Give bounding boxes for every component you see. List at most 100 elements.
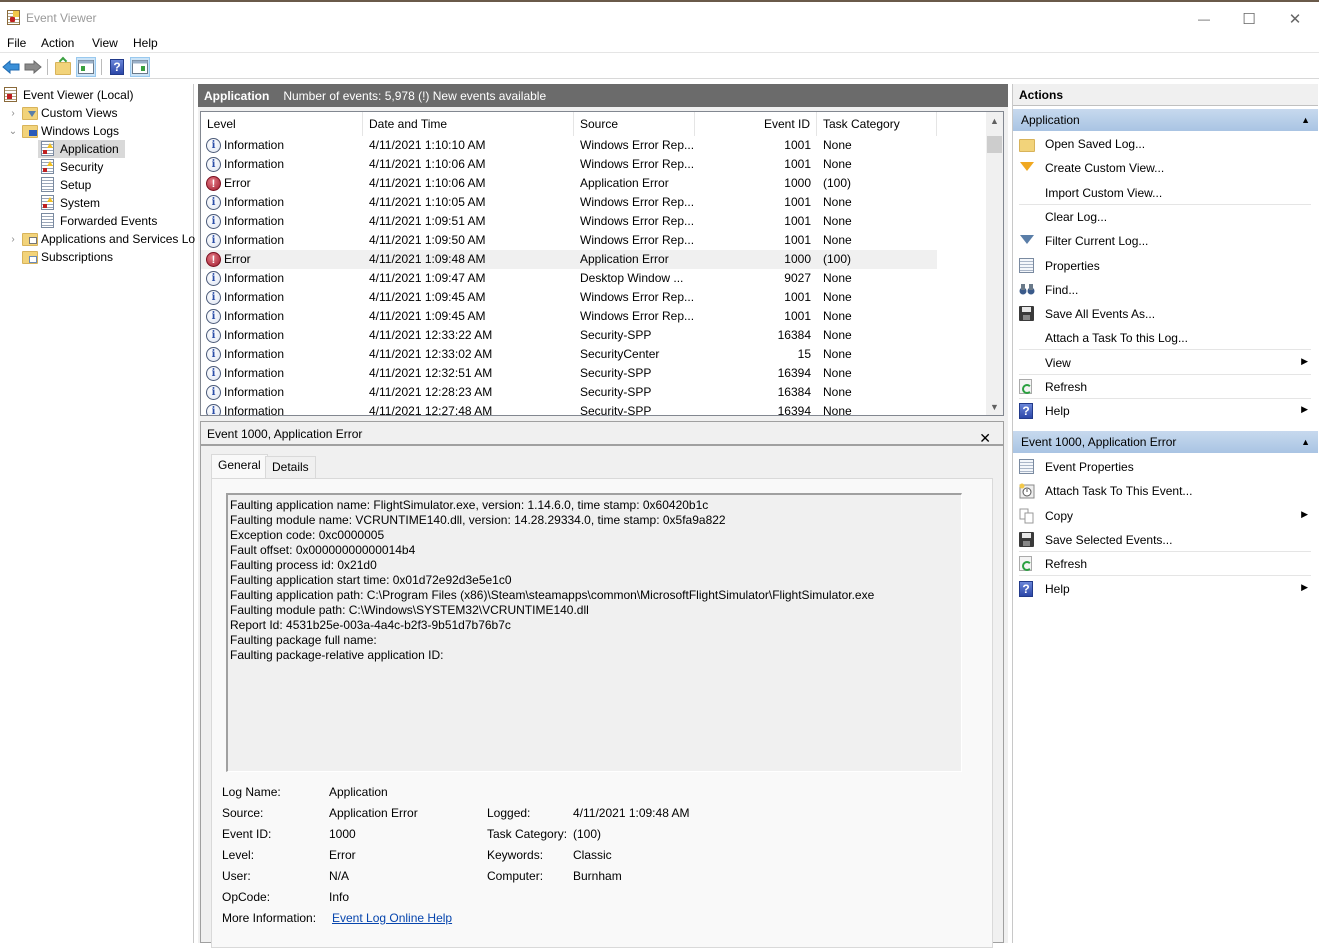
event-detail-title: Event 1000, Application Error ✕ bbox=[201, 422, 1003, 446]
action-create-custom-view[interactable]: Create Custom View... bbox=[1013, 156, 1316, 180]
custom-views-folder-icon bbox=[22, 105, 38, 121]
tree-node-subscriptions[interactable]: Subscriptions bbox=[22, 248, 113, 266]
action-copy[interactable]: Copy ▶ bbox=[1013, 504, 1316, 528]
action-find[interactable]: Find... bbox=[1013, 278, 1316, 302]
actions-section-event[interactable]: Event 1000, Application Error ▲ bbox=[1013, 431, 1318, 453]
action-label: Copy bbox=[1045, 508, 1074, 523]
action-refresh[interactable]: Refresh bbox=[1013, 375, 1316, 399]
menu-action[interactable]: Action bbox=[41, 36, 74, 50]
event-row[interactable]: i Information 4/11/2021 1:09:45 AM Windows … bbox=[201, 307, 937, 326]
scroll-down-icon[interactable]: ▼ bbox=[986, 398, 1003, 415]
action-properties[interactable]: Properties bbox=[1013, 254, 1316, 278]
column-header-date-time[interactable]: Date and Time bbox=[363, 112, 574, 136]
event-row[interactable]: i Information 4/11/2021 12:27:48 AM Securit… bbox=[201, 402, 937, 415]
collapse-up-icon[interactable]: ▲ bbox=[1301, 109, 1310, 131]
action-attach-a-task-to-this-log[interactable]: Attach a Task To this Log... bbox=[1013, 326, 1316, 350]
toolbar-separator bbox=[101, 59, 102, 75]
tree-node-system[interactable]: System bbox=[41, 194, 100, 212]
tree-label: Subscriptions bbox=[41, 250, 114, 264]
column-header-task-category[interactable]: Task Category bbox=[817, 112, 937, 136]
event-row[interactable]: i Information 4/11/2021 12:28:23 AM Securit… bbox=[201, 383, 937, 402]
action-help[interactable]: ? Help ▶ bbox=[1013, 399, 1316, 423]
tree-node-event-viewer-local[interactable]: Event Viewer (Local) bbox=[4, 86, 134, 104]
action-view[interactable]: View ▶ bbox=[1013, 351, 1316, 375]
action-attach-task-to-this-event[interactable]: Attach Task To This Event... bbox=[1013, 479, 1316, 503]
event-id: 1000 bbox=[784, 176, 811, 190]
event-row[interactable]: ! Error 4/11/2021 1:10:06 AM Application Er… bbox=[201, 174, 937, 193]
action-event-properties[interactable]: Event Properties bbox=[1013, 455, 1316, 479]
forward-button[interactable] bbox=[23, 57, 43, 77]
column-header-event-id[interactable]: Event ID bbox=[695, 112, 817, 136]
event-row[interactable]: i Information 4/11/2021 12:33:02 AM Securit… bbox=[201, 345, 937, 364]
close-window-button[interactable]: ✕ bbox=[1272, 6, 1318, 32]
actions-section-application[interactable]: Application ▲ bbox=[1013, 109, 1318, 131]
tree-node-application[interactable]: Application bbox=[38, 140, 125, 158]
event-id: 16384 bbox=[777, 328, 811, 342]
event-date-time: 4/11/2021 1:09:50 AM bbox=[369, 233, 486, 247]
event-list[interactable]: Level Date and Time Source Event ID Task… bbox=[200, 111, 1004, 416]
prop-label: Keywords: bbox=[487, 848, 544, 862]
action-label: Properties bbox=[1045, 258, 1100, 273]
action-help[interactable]: ? Help ▶ bbox=[1013, 577, 1316, 601]
event-source: Windows Error Rep... bbox=[580, 138, 695, 152]
collapse-up-icon[interactable]: ▲ bbox=[1301, 431, 1310, 453]
action-filter-current-log[interactable]: Filter Current Log... bbox=[1013, 229, 1316, 253]
chevron-right-icon[interactable]: › bbox=[8, 106, 18, 120]
event-row[interactable]: i Information 4/11/2021 1:10:10 AM Windows … bbox=[201, 136, 937, 155]
event-row[interactable]: i Information 4/11/2021 1:10:06 AM Windows … bbox=[201, 155, 937, 174]
event-log-online-help-link[interactable]: Event Log Online Help bbox=[332, 911, 452, 925]
event-level: Information bbox=[224, 138, 285, 152]
event-row[interactable]: i Information 4/11/2021 1:09:50 AM Windows … bbox=[201, 231, 937, 250]
information-icon: i bbox=[206, 271, 221, 286]
event-row[interactable]: i Information 4/11/2021 12:33:22 AM Securit… bbox=[201, 326, 937, 345]
event-id: 1001 bbox=[784, 290, 811, 304]
event-row[interactable]: i Information 4/11/2021 1:09:51 AM Windows … bbox=[201, 212, 937, 231]
event-source: Windows Error Rep... bbox=[580, 195, 695, 209]
event-list-scrollbar[interactable]: ▲ ▼ bbox=[986, 112, 1003, 415]
event-row[interactable]: ! Error 4/11/2021 1:09:48 AM Application Er… bbox=[201, 250, 937, 269]
menu-bar: File Action View Help bbox=[0, 33, 1319, 53]
action-clear-log[interactable]: Clear Log... bbox=[1013, 205, 1316, 229]
chevron-down-icon[interactable]: ⌄ bbox=[8, 124, 18, 138]
open-button[interactable] bbox=[53, 56, 73, 77]
menu-help[interactable]: Help bbox=[133, 36, 158, 50]
action-import-custom-view[interactable]: Import Custom View... bbox=[1013, 181, 1316, 205]
action-refresh[interactable]: Refresh bbox=[1013, 552, 1316, 576]
tree-node-custom-views[interactable]: › Custom Views bbox=[11, 104, 117, 122]
menu-view[interactable]: View bbox=[92, 36, 118, 50]
tree-label: Applications and Services Lo bbox=[41, 232, 196, 246]
event-row[interactable]: i Information 4/11/2021 1:09:45 AM Windows … bbox=[201, 288, 937, 307]
tab-general[interactable]: General bbox=[211, 454, 268, 478]
prop-label: Logged: bbox=[487, 806, 531, 820]
scroll-thumb[interactable] bbox=[987, 136, 1002, 153]
help-button[interactable]: ? bbox=[107, 57, 127, 77]
tree-node-security[interactable]: Security bbox=[41, 158, 103, 176]
column-header-source[interactable]: Source bbox=[574, 112, 695, 136]
event-description[interactable]: Faulting application name: FlightSimulat… bbox=[226, 493, 962, 772]
action-save-selected-events[interactable]: Save Selected Events... bbox=[1013, 528, 1316, 552]
close-icon[interactable]: ✕ bbox=[979, 426, 991, 450]
menu-file[interactable]: File bbox=[7, 36, 26, 50]
tab-details[interactable]: Details bbox=[265, 456, 316, 478]
action-open-saved-log[interactable]: Open Saved Log... bbox=[1013, 132, 1316, 156]
column-header-level[interactable]: Level bbox=[201, 112, 363, 136]
event-row[interactable]: i Information 4/11/2021 1:09:47 AM Desktop … bbox=[201, 269, 937, 288]
tree-node-applications-and-services[interactable]: › Applications and Services Lo bbox=[11, 230, 196, 248]
tree-node-setup[interactable]: Setup bbox=[41, 176, 91, 194]
copy-icon bbox=[1019, 508, 1035, 524]
tree-node-windows-logs[interactable]: ⌄ Windows Logs bbox=[9, 122, 119, 140]
event-row[interactable]: i Information 4/11/2021 12:32:51 AM Securit… bbox=[201, 364, 937, 383]
tree-node-forwarded-events[interactable]: Forwarded Events bbox=[41, 212, 157, 230]
description-line: Fault offset: 0x00000000000014b4 bbox=[230, 543, 416, 557]
show-hide-action-pane-button[interactable] bbox=[130, 57, 150, 77]
show-hide-console-tree-button[interactable] bbox=[76, 57, 96, 77]
minimize-button[interactable]: — bbox=[1181, 6, 1227, 32]
event-row[interactable]: i Information 4/11/2021 1:10:05 AM Windows … bbox=[201, 193, 937, 212]
scroll-up-icon[interactable]: ▲ bbox=[986, 112, 1003, 129]
maximize-button[interactable]: ☐ bbox=[1226, 6, 1272, 32]
event-viewer-icon bbox=[4, 87, 20, 103]
action-save-all-events-as[interactable]: Save All Events As... bbox=[1013, 302, 1316, 326]
information-icon: i bbox=[206, 290, 221, 305]
back-button[interactable] bbox=[1, 57, 21, 77]
chevron-right-icon[interactable]: › bbox=[8, 232, 18, 246]
